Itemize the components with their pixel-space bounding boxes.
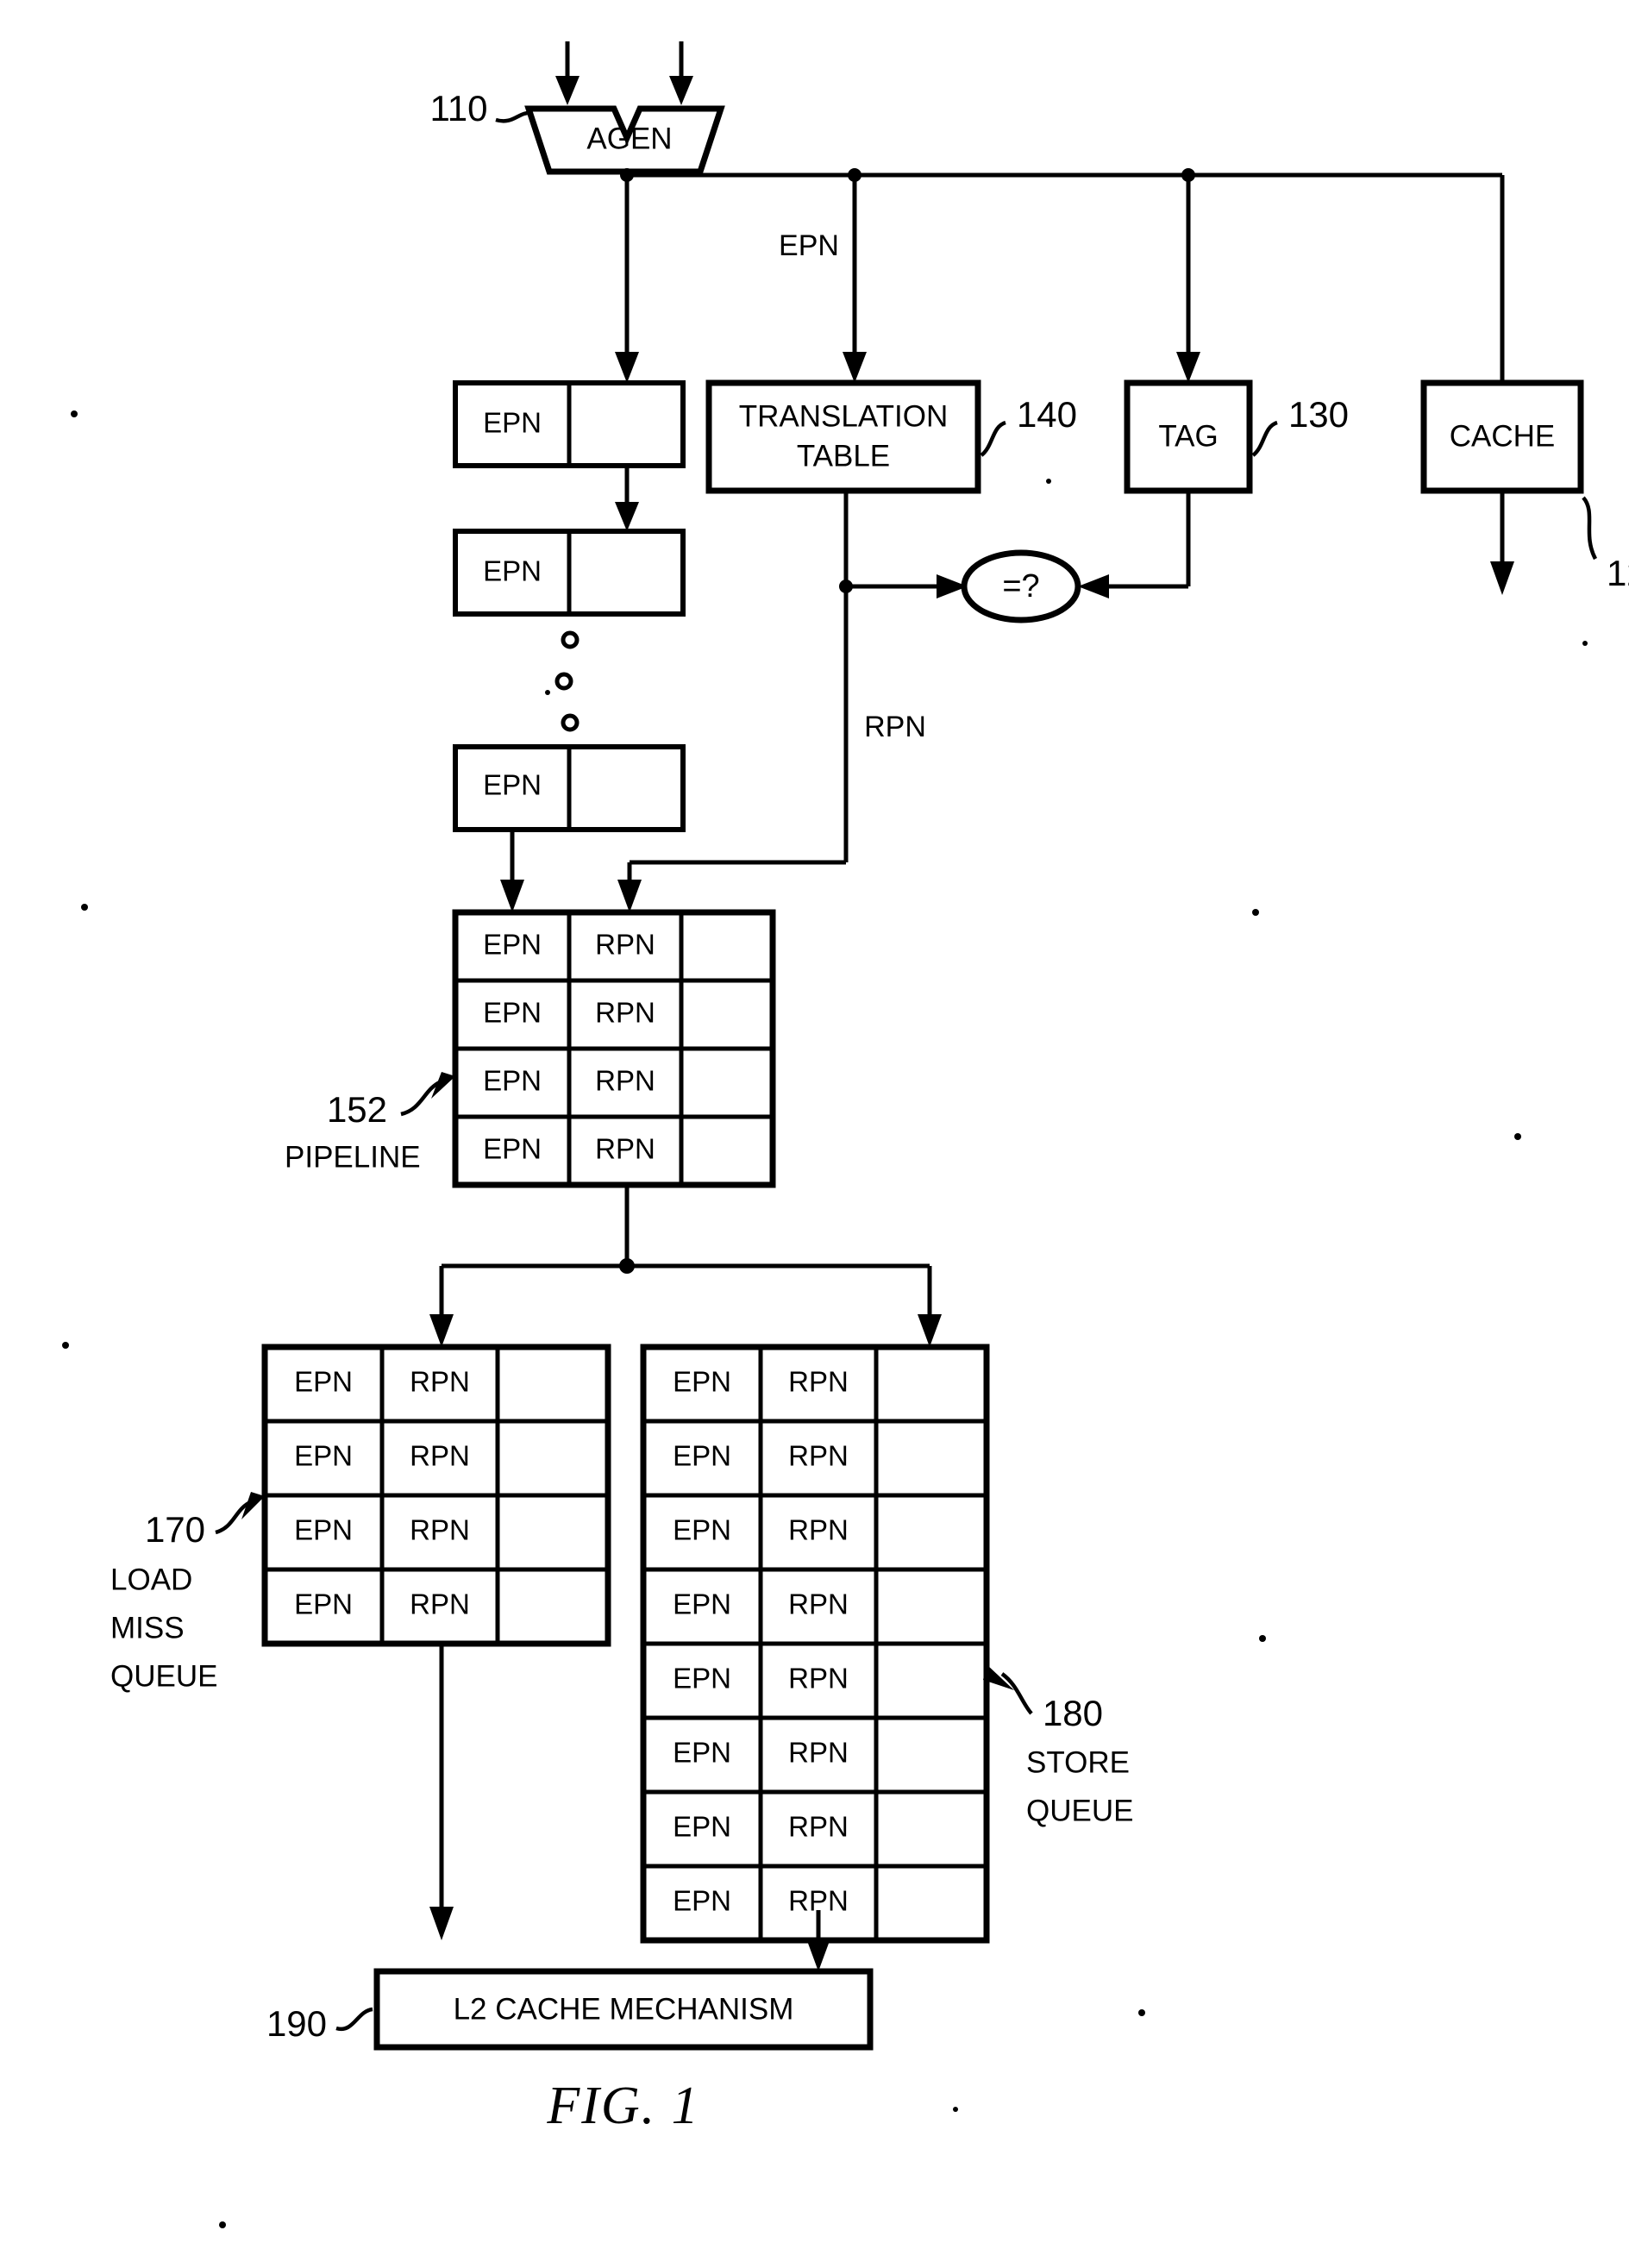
pipeline-cell: RPN	[595, 997, 655, 1029]
store-queue-cell: EPN	[673, 1811, 731, 1843]
ref-152: 152	[327, 1089, 387, 1130]
pipeline-cell: RPN	[595, 929, 655, 961]
tag-label: TAG	[1158, 419, 1218, 453]
translation-table-label-line2: TABLE	[797, 439, 890, 473]
load-miss-queue-cell: EPN	[294, 1366, 353, 1398]
l2-cache-mechanism-label: L2 CACHE MECHANISM	[454, 1992, 794, 2026]
store-queue-cell: EPN	[673, 1588, 731, 1620]
ref-110-leader	[495, 110, 533, 123]
ref-120-leader	[1582, 496, 1598, 561]
agen-label: AGEN	[586, 122, 672, 155]
store-queue-table[interactable]	[640, 1344, 990, 1944]
ref-152-leader	[400, 1072, 455, 1117]
ref-130-leader	[1251, 420, 1278, 457]
signal-label-epn-top: EPN	[779, 229, 839, 262]
store-queue-cell: RPN	[788, 1737, 849, 1769]
comparator-label: =?	[1002, 568, 1039, 605]
ref-170-leader	[215, 1492, 265, 1535]
load-miss-queue-cell: RPN	[410, 1440, 470, 1472]
store-queue-cell: EPN	[673, 1663, 731, 1695]
figure-1-diagram: AGEN 110 EPN EPN EPN EPN TRANSLATION TAB…	[62, 41, 1629, 2228]
store-queue-name-1: STORE	[1026, 1745, 1130, 1779]
store-queue-cell: RPN	[788, 1588, 849, 1620]
ref-130: 130	[1288, 394, 1349, 435]
scan-specks	[62, 410, 1588, 2228]
ref-120: 120	[1607, 553, 1629, 593]
ref-170: 170	[145, 1509, 205, 1550]
signal-label-rpn: RPN	[864, 711, 926, 743]
store-queue-cell: EPN	[673, 1514, 731, 1546]
store-queue-cell: RPN	[788, 1811, 849, 1843]
load-miss-queue-name-2: MISS	[110, 1611, 185, 1645]
pipeline-cell: RPN	[595, 1133, 655, 1165]
store-queue-cell: RPN	[788, 1514, 849, 1546]
load-miss-queue-cell: RPN	[410, 1514, 470, 1546]
epn-buffer-1-cell: EPN	[483, 407, 542, 439]
agen-output-bus	[615, 168, 1505, 383]
pipeline-cell: RPN	[595, 1065, 655, 1097]
ref-180-leader	[983, 1664, 1033, 1715]
load-miss-queue-name-3: QUEUE	[110, 1659, 217, 1693]
store-queue-cell: EPN	[673, 1366, 731, 1398]
figure-caption: FIG. 1	[546, 2077, 699, 2135]
pipeline-cell: EPN	[483, 1065, 542, 1097]
cache-output-arrow	[1490, 491, 1514, 595]
epn-link-1-2	[615, 466, 639, 531]
store-queue-cell: RPN	[788, 1366, 849, 1398]
ref-140-leader	[980, 420, 1006, 457]
patent-figure: AGEN 110 EPN EPN EPN EPN TRANSLATION TAB…	[0, 0, 1629, 2268]
store-queue-cell: EPN	[673, 1885, 731, 1917]
store-queue-name-2: QUEUE	[1026, 1794, 1133, 1827]
agen-input-arrows	[555, 41, 693, 105]
epn-buffer-3-cell: EPN	[483, 769, 542, 801]
load-miss-queue-cell: RPN	[410, 1588, 470, 1620]
load-miss-queue-cell: EPN	[294, 1514, 353, 1546]
epn-buffer-2-cell: EPN	[483, 555, 542, 587]
store-queue-cell: RPN	[788, 1440, 849, 1472]
epn-to-pipeline	[500, 830, 524, 912]
ref-140: 140	[1017, 394, 1077, 435]
load-miss-queue-cell: EPN	[294, 1588, 353, 1620]
store-queue-cell: RPN	[788, 1663, 849, 1695]
epn-chain-ellipsis	[545, 630, 580, 732]
store-queue-cell: EPN	[673, 1440, 731, 1472]
load-miss-queue-name-1: LOAD	[110, 1563, 192, 1596]
pipeline-cell: EPN	[483, 1133, 542, 1165]
load-miss-queue-cell: RPN	[410, 1366, 470, 1398]
pipeline-cell: EPN	[483, 929, 542, 961]
load-miss-queue-to-l2	[429, 1644, 454, 1940]
ref-190-leader	[335, 2007, 373, 2032]
ref-110: 110	[430, 88, 488, 128]
tag-to-comparator	[1078, 491, 1191, 598]
pipeline-name: PIPELINE	[285, 1140, 421, 1174]
store-queue-cell: EPN	[673, 1737, 731, 1769]
cache-label: CACHE	[1450, 419, 1556, 453]
pipeline-output-split	[429, 1185, 942, 1347]
ref-190: 190	[266, 2003, 327, 2044]
pipeline-cell: EPN	[483, 997, 542, 1029]
load-miss-queue-cell: EPN	[294, 1440, 353, 1472]
ref-180: 180	[1043, 1693, 1103, 1733]
translation-table-label-line1: TRANSLATION	[739, 399, 948, 433]
